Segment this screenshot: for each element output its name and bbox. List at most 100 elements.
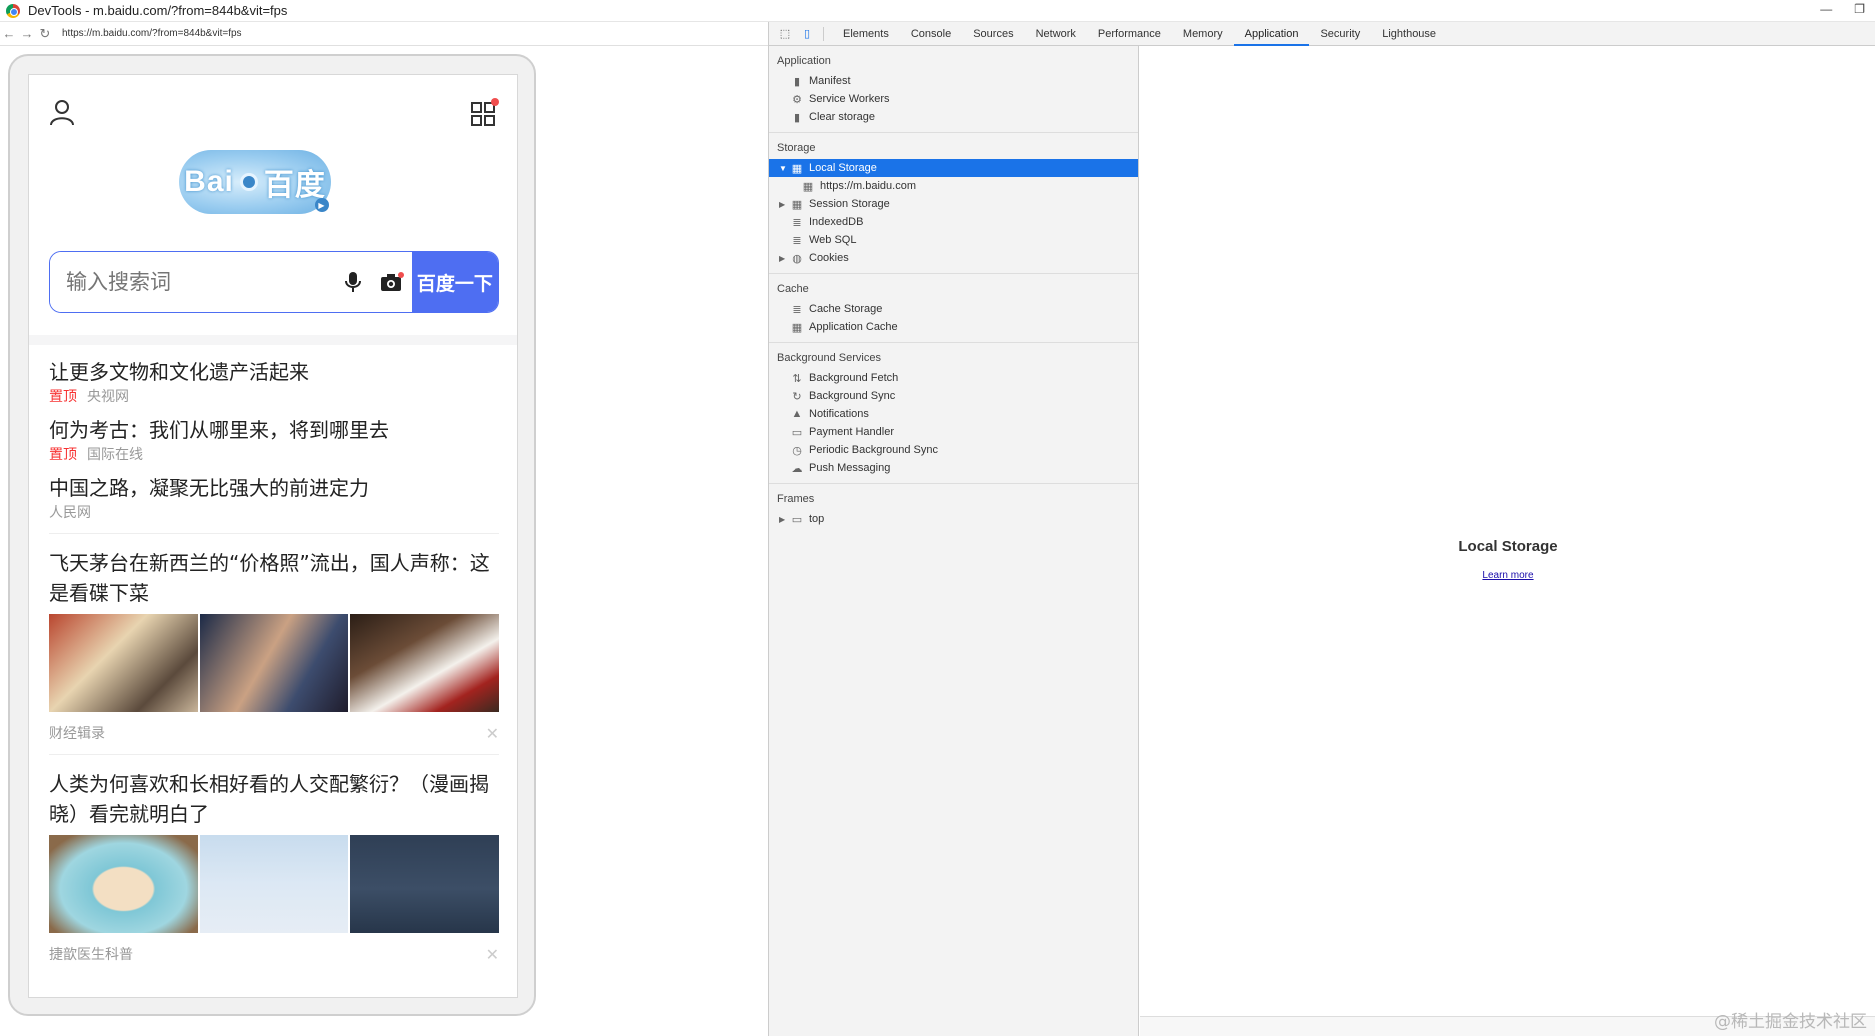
hot-news-item[interactable]: 让更多文物和文化遗产活起来 置顶 央视网 — [49, 357, 499, 407]
camera-icon[interactable] — [372, 252, 412, 312]
feed-image[interactable] — [199, 614, 349, 712]
sidebar-item-label: Background Sync — [809, 390, 896, 402]
sidebar-item-origin[interactable]: ▦ https://m.baidu.com — [769, 177, 1138, 195]
sidebar-item-label: Application Cache — [809, 321, 898, 333]
grid-icon: ▦ — [791, 198, 803, 211]
sidebar-item-application-cache[interactable]: ▦ Application Cache — [769, 318, 1138, 336]
pane-heading: Local Storage — [1458, 538, 1558, 555]
expand-arrow-icon[interactable]: ▼ — [779, 164, 789, 173]
sidebar-item-periodic-background-sync[interactable]: ◷ Periodic Background Sync — [769, 441, 1138, 459]
search-input[interactable] — [50, 252, 334, 312]
feed-image[interactable] — [199, 835, 349, 933]
sidebar-item-manifest[interactable]: ▮ Manifest — [769, 72, 1138, 90]
reload-icon[interactable]: ↻ — [36, 26, 54, 42]
sidebar-item-label: https://m.baidu.com — [820, 180, 916, 192]
tab-performance[interactable]: Performance — [1087, 22, 1172, 46]
section-divider — [29, 335, 517, 345]
feed-card[interactable]: 人类为何喜欢和长相好看的人交配繁衍？（漫画揭晓）看完就明白了 捷歆医生科普 ✕ — [49, 769, 500, 965]
inspect-element-icon[interactable]: ⬚ — [777, 26, 793, 42]
section-title-storage: Storage — [777, 142, 816, 154]
sidebar-item-label: IndexedDB — [809, 216, 864, 228]
trash-icon: ▮ — [793, 111, 801, 124]
sidebar-item-cache-storage[interactable]: ≣ Cache Storage — [769, 300, 1138, 318]
close-icon[interactable]: ✕ — [486, 724, 499, 744]
sidebar-item-indexeddb[interactable]: ≣ IndexedDB — [769, 213, 1138, 231]
apps-grid-icon[interactable] — [470, 98, 499, 127]
feed-images[interactable] — [49, 614, 500, 712]
sidebar-item-local-storage[interactable]: ▼ ▦ Local Storage — [769, 159, 1138, 177]
sidebar-item-payment-handler[interactable]: ▭ Payment Handler — [769, 423, 1138, 441]
news-source: 人民网 — [49, 505, 91, 521]
tab-elements[interactable]: Elements — [832, 22, 900, 46]
gear-icon: ⚙ — [792, 93, 802, 106]
baidu-logo[interactable]: Bai 百度 ▶ — [179, 150, 331, 214]
feed-image[interactable] — [350, 835, 500, 933]
forward-arrow-icon[interactable]: → — [18, 26, 36, 41]
device-toolbar-icon[interactable]: ▯ — [799, 26, 815, 42]
back-arrow-icon[interactable]: ← — [0, 26, 18, 41]
search-button[interactable]: 百度一下 — [411, 252, 498, 312]
sidebar-item-cookies[interactable]: ▶ ◍ Cookies — [769, 249, 1138, 267]
search-bar: 百度一下 — [49, 251, 499, 313]
news-title[interactable]: 中国之路，凝聚无比强大的前进定力 — [49, 473, 499, 503]
restore-icon[interactable]: ❐ — [1854, 2, 1865, 16]
collapse-arrow-icon[interactable]: ▶ — [779, 254, 789, 263]
feed-card[interactable]: 飞天茅台在新西兰的“价格照”流出，国人声称：这是看碟下菜 财经辑录 ✕ — [49, 548, 500, 744]
feed-title[interactable]: 人类为何喜欢和长相好看的人交配繁衍？（漫画揭晓）看完就明白了 — [49, 769, 499, 829]
collapse-arrow-icon[interactable]: ▶ — [779, 200, 789, 209]
microphone-icon[interactable] — [334, 252, 373, 312]
news-title[interactable]: 让更多文物和文化遗产活起来 — [49, 357, 499, 387]
sidebar-item-service-workers[interactable]: ⚙ Service Workers — [769, 90, 1138, 108]
tab-console[interactable]: Console — [900, 22, 962, 46]
database-icon: ≣ — [792, 303, 802, 316]
tab-network[interactable]: Network — [1025, 22, 1087, 46]
file-icon: ▮ — [793, 75, 801, 88]
feed-separator — [49, 533, 499, 534]
tab-lighthouse[interactable]: Lighthouse — [1371, 22, 1447, 46]
hot-news-item[interactable]: 何为考古：我们从哪里来，将到哪里去 置顶 国际在线 — [49, 415, 499, 465]
feed-separator — [49, 754, 499, 755]
address-bar[interactable]: https://m.baidu.com/?from=844b&vit=fps — [62, 28, 242, 39]
application-main-pane: Local Storage Learn more — [1140, 46, 1875, 1036]
sidebar-item-session-storage[interactable]: ▶ ▦ Session Storage — [769, 195, 1138, 213]
tab-memory[interactable]: Memory — [1172, 22, 1234, 46]
device-screen: Bai 百度 ▶ 输入搜索词 百度一下 让更多文物和文化遗产活起来 置顶 央视网… — [28, 74, 518, 998]
sidebar-item-web-sql[interactable]: ≣ Web SQL — [769, 231, 1138, 249]
cloud-icon: ☁ — [791, 462, 803, 475]
learn-more-link[interactable]: Learn more — [1140, 570, 1875, 581]
news-title[interactable]: 何为考古：我们从哪里来，将到哪里去 — [49, 415, 499, 445]
tab-application[interactable]: Application — [1233, 22, 1310, 46]
feed-images[interactable] — [49, 835, 500, 933]
database-icon: ≣ — [792, 216, 802, 229]
sidebar-item-notifications[interactable]: ▲ Notifications — [769, 405, 1138, 423]
section-title-cache: Cache — [777, 283, 809, 295]
sidebar-item-background-sync[interactable]: ↻ Background Sync — [769, 387, 1138, 405]
collapse-arrow-icon[interactable]: ▶ — [779, 515, 789, 524]
feed-title[interactable]: 飞天茅台在新西兰的“价格照”流出，国人声称：这是看碟下菜 — [49, 548, 499, 608]
sidebar-item-label: top — [809, 513, 825, 525]
tab-security[interactable]: Security — [1309, 22, 1371, 46]
chrome-logo-icon — [6, 3, 20, 18]
section-title-background-services: Background Services — [777, 352, 881, 364]
hot-news-item[interactable]: 中国之路，凝聚无比强大的前进定力 人民网 — [49, 473, 499, 523]
browser-navbar: ← → ↻ https://m.baidu.com/?from=844b&vit… — [0, 22, 768, 46]
feed-image[interactable] — [49, 835, 198, 933]
sidebar-item-label: Cookies — [809, 252, 849, 264]
minimize-icon[interactable]: — — [1820, 2, 1832, 16]
cookie-icon: ◍ — [792, 252, 802, 265]
close-icon[interactable]: ✕ — [486, 945, 499, 965]
application-sidebar: Application ▮ Manifest ⚙ Service Workers ▮… — [769, 46, 1139, 1036]
sidebar-item-clear-storage[interactable]: ▮ Clear storage — [769, 108, 1138, 126]
card-icon: ▭ — [791, 426, 803, 439]
sidebar-item-push-messaging[interactable]: ☁ Push Messaging — [769, 459, 1138, 477]
play-icon: ▶ — [315, 198, 329, 212]
sidebar-item-label: Notifications — [809, 408, 869, 420]
feed-source: 财经辑录 — [49, 726, 105, 742]
feed-image[interactable] — [49, 614, 198, 712]
sidebar-item-background-fetch[interactable]: ⇅ Background Fetch — [769, 369, 1138, 387]
user-icon[interactable] — [47, 97, 77, 127]
sidebar-item-label: Periodic Background Sync — [809, 444, 939, 456]
feed-image[interactable] — [350, 614, 500, 712]
sidebar-item-frame-top[interactable]: ▶ ▭ top — [769, 510, 1138, 528]
tab-sources[interactable]: Sources — [962, 22, 1024, 46]
